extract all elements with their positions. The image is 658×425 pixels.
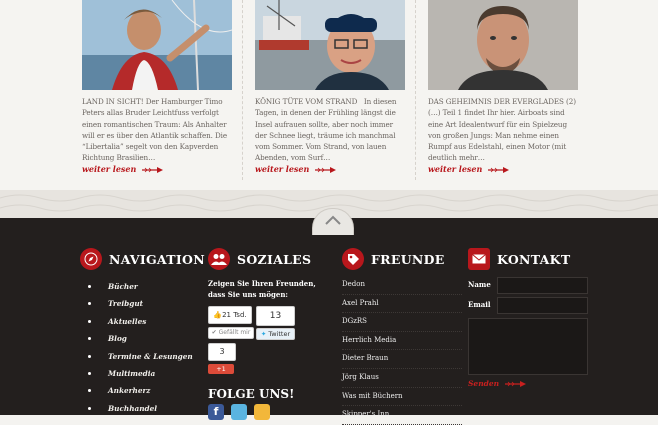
arrow-right-icon xyxy=(505,380,527,389)
tag-icon xyxy=(342,248,364,270)
nav-item-blog[interactable]: Blog xyxy=(88,330,205,347)
read-more-link[interactable]: weiter lesen xyxy=(428,164,510,175)
gplus-button[interactable]: +1 xyxy=(208,364,234,374)
arrow-right-icon xyxy=(142,165,164,175)
follow-heading: FOLGE UNS! xyxy=(208,387,295,401)
nav-item-ankerherz[interactable]: Ankerherz xyxy=(88,382,205,399)
article-photo[interactable] xyxy=(82,0,232,90)
facebook-like-button[interactable]: ✔ Gefällt mir xyxy=(208,327,254,339)
articles-section: LAND IN SICHT! Der Hamburger Timo Peters… xyxy=(0,0,658,190)
article-teaser: DAS GEHEIMNIS DER EVERGLADES (2) (…) Tei… xyxy=(428,97,576,163)
navigation-column: NAVIGATION Bücher Treibgut Aktuelles Blo… xyxy=(80,248,205,417)
friend-link[interactable]: Dieter Braun xyxy=(342,350,462,369)
message-field[interactable] xyxy=(468,318,588,375)
friend-link[interactable]: Axel Prahl xyxy=(342,295,462,314)
friend-link[interactable]: Herrlich Media xyxy=(342,332,462,351)
name-label: Name xyxy=(468,280,491,289)
gplus-count: 3 xyxy=(208,343,236,361)
article-card: LAND IN SICHT! Der Hamburger Timo Peters… xyxy=(82,0,232,164)
friends-heading: FREUNDE xyxy=(371,251,445,267)
twitter-icon[interactable] xyxy=(231,404,247,420)
facebook-count: 👍21 Tsd. xyxy=(208,306,252,324)
people-icon xyxy=(208,248,230,270)
rss-icon[interactable] xyxy=(254,404,270,420)
friends-column: FREUNDE Dedon Axel Prahl DGzRS Herrlich … xyxy=(342,248,462,425)
social-intro: Zeigen Sie Ihren Freunden, dass Sie uns … xyxy=(208,279,316,299)
contact-column: KONTAKT xyxy=(468,248,570,270)
nav-item-termine[interactable]: Termine & Lesungen xyxy=(88,348,205,365)
mail-icon xyxy=(468,248,490,270)
name-field[interactable] xyxy=(497,277,588,294)
email-field[interactable] xyxy=(497,297,588,314)
twitter-count: 13 xyxy=(256,306,295,326)
read-more-link[interactable]: weiter lesen xyxy=(255,164,337,175)
article-card: DAS GEHEIMNIS DER EVERGLADES (2) (…) Tei… xyxy=(428,0,578,164)
read-more-link[interactable]: weiter lesen xyxy=(82,164,164,175)
friend-link[interactable]: DGzRS xyxy=(342,313,462,332)
nav-item-treibgut[interactable]: Treibgut xyxy=(88,295,205,312)
email-label: Email xyxy=(468,300,491,309)
arrow-right-icon xyxy=(488,165,510,175)
friend-link[interactable]: Skipper's Inn xyxy=(342,406,462,425)
article-teaser: KÖNIG TÜTE VOM STRAND In diesen Tagen, i… xyxy=(255,97,397,163)
column-divider xyxy=(415,0,416,180)
nav-item-buecher[interactable]: Bücher xyxy=(88,278,205,295)
article-photo[interactable] xyxy=(428,0,578,90)
friend-link[interactable]: Dedon xyxy=(342,276,462,295)
facebook-icon[interactable]: f xyxy=(208,404,224,420)
twitter-bird-icon: ✦ xyxy=(260,330,267,338)
scroll-to-top-button[interactable] xyxy=(312,208,354,235)
navigation-heading: NAVIGATION xyxy=(109,251,205,267)
article-photo[interactable] xyxy=(255,0,405,90)
friend-link[interactable]: Was mit Büchern xyxy=(342,388,462,407)
nav-item-aktuelles[interactable]: Aktuelles xyxy=(88,313,205,330)
contact-heading: KONTAKT xyxy=(497,251,571,267)
arrow-right-icon xyxy=(315,165,337,175)
article-teaser: LAND IN SICHT! Der Hamburger Timo Peters… xyxy=(82,97,228,163)
send-button[interactable]: Senden xyxy=(468,379,527,389)
friend-link[interactable]: Jörg Klaus xyxy=(342,369,462,388)
twitter-button[interactable]: ✦ Twitter xyxy=(256,328,295,340)
article-card: KÖNIG TÜTE VOM STRAND In diesen Tagen, i… xyxy=(255,0,405,164)
social-column: SOZIALES Zeigen Sie Ihren Freunden, dass… xyxy=(208,248,326,300)
social-heading: SOZIALES xyxy=(237,251,312,267)
compass-icon xyxy=(80,248,102,270)
nav-item-multimedia[interactable]: Multimedia xyxy=(88,365,205,382)
chevron-up-icon xyxy=(325,215,341,225)
column-divider xyxy=(242,0,243,180)
